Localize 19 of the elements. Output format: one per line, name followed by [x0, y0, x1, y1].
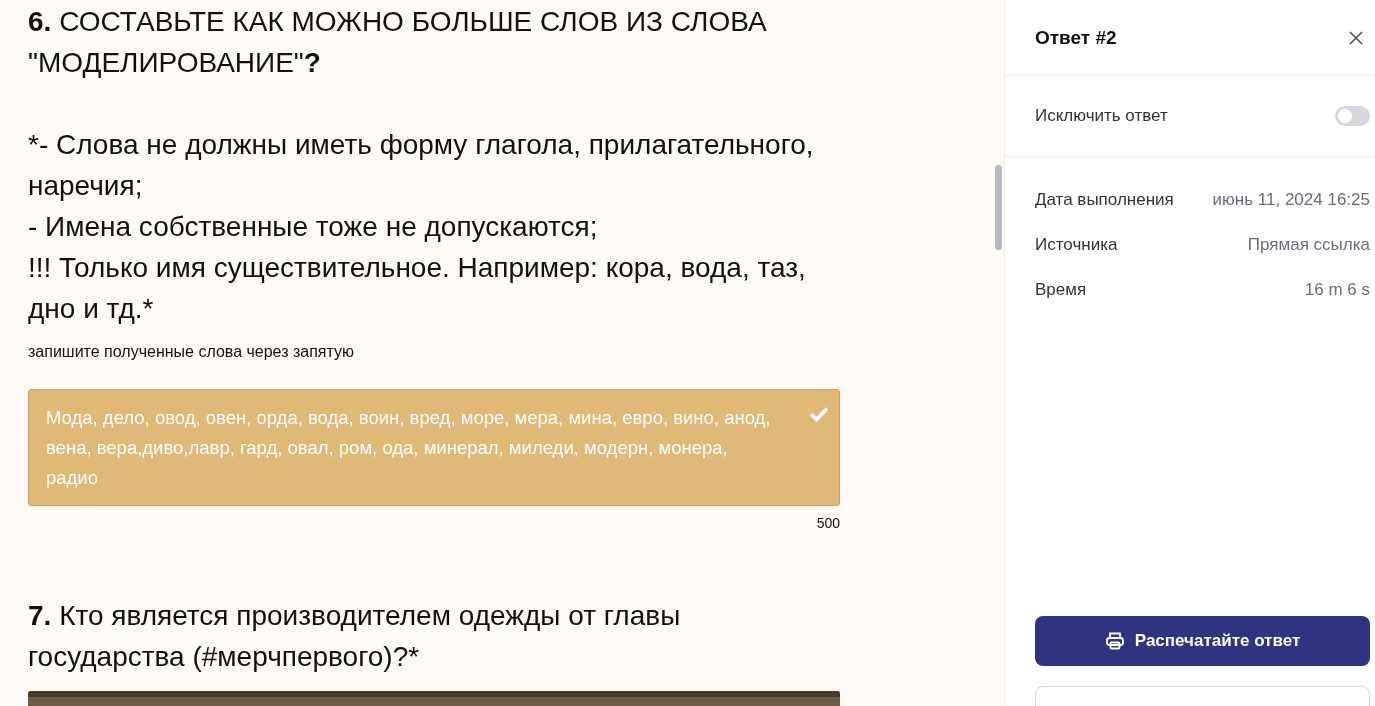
print-button[interactable]: Распечатайте ответ	[1035, 616, 1370, 666]
detail-value: июнь 11, 2024 16:25	[1212, 189, 1370, 210]
question-text: *- Слова не должны иметь форму глагола, прилагательного, наречия; - Имена собственные тоже не допускаются; !!! Только имя существительное. Например: кора, вода, таз, дно и тд.*	[28, 128, 815, 326]
detail-label: Источника	[1035, 234, 1118, 255]
detail-label: Дата выполнения	[1035, 189, 1174, 210]
printer-icon	[1104, 631, 1125, 651]
scrollbar[interactable]	[995, 165, 1002, 250]
question-hint: запишите полученные слова через запятую	[28, 342, 355, 362]
detail-value: Прямая ссылка	[1247, 234, 1370, 255]
exclude-label: Исключить ответ	[1035, 106, 1168, 126]
close-icon[interactable]	[1348, 29, 1364, 46]
character-counter: 500	[815, 515, 840, 531]
detail-label: Время	[1035, 279, 1087, 300]
exclude-toggle[interactable]	[1335, 106, 1370, 126]
answer-text: Мода, дело, овод, овен, орда, вода, воин, вред, море, мера, мина, евро, вино, анод, вена, вера,диво,лавр, гард, овал, ром, ода, минерал, миледи, модерн, монера, радио	[46, 406, 772, 490]
panel-title: Ответ #2	[1035, 26, 1117, 49]
detail-value: 16 m 6 s	[1304, 279, 1370, 300]
question-title: 6. СОСТАВЬТЕ КАК МОЖНО БОЛЬШЕ СЛОВ ИЗ СЛОВА "МОДЕЛИРОВАНИЕ"?	[28, 5, 768, 80]
question-title: 7. Кто является производителем одежды от главы государства (#мерчпервого)?*	[28, 599, 682, 674]
